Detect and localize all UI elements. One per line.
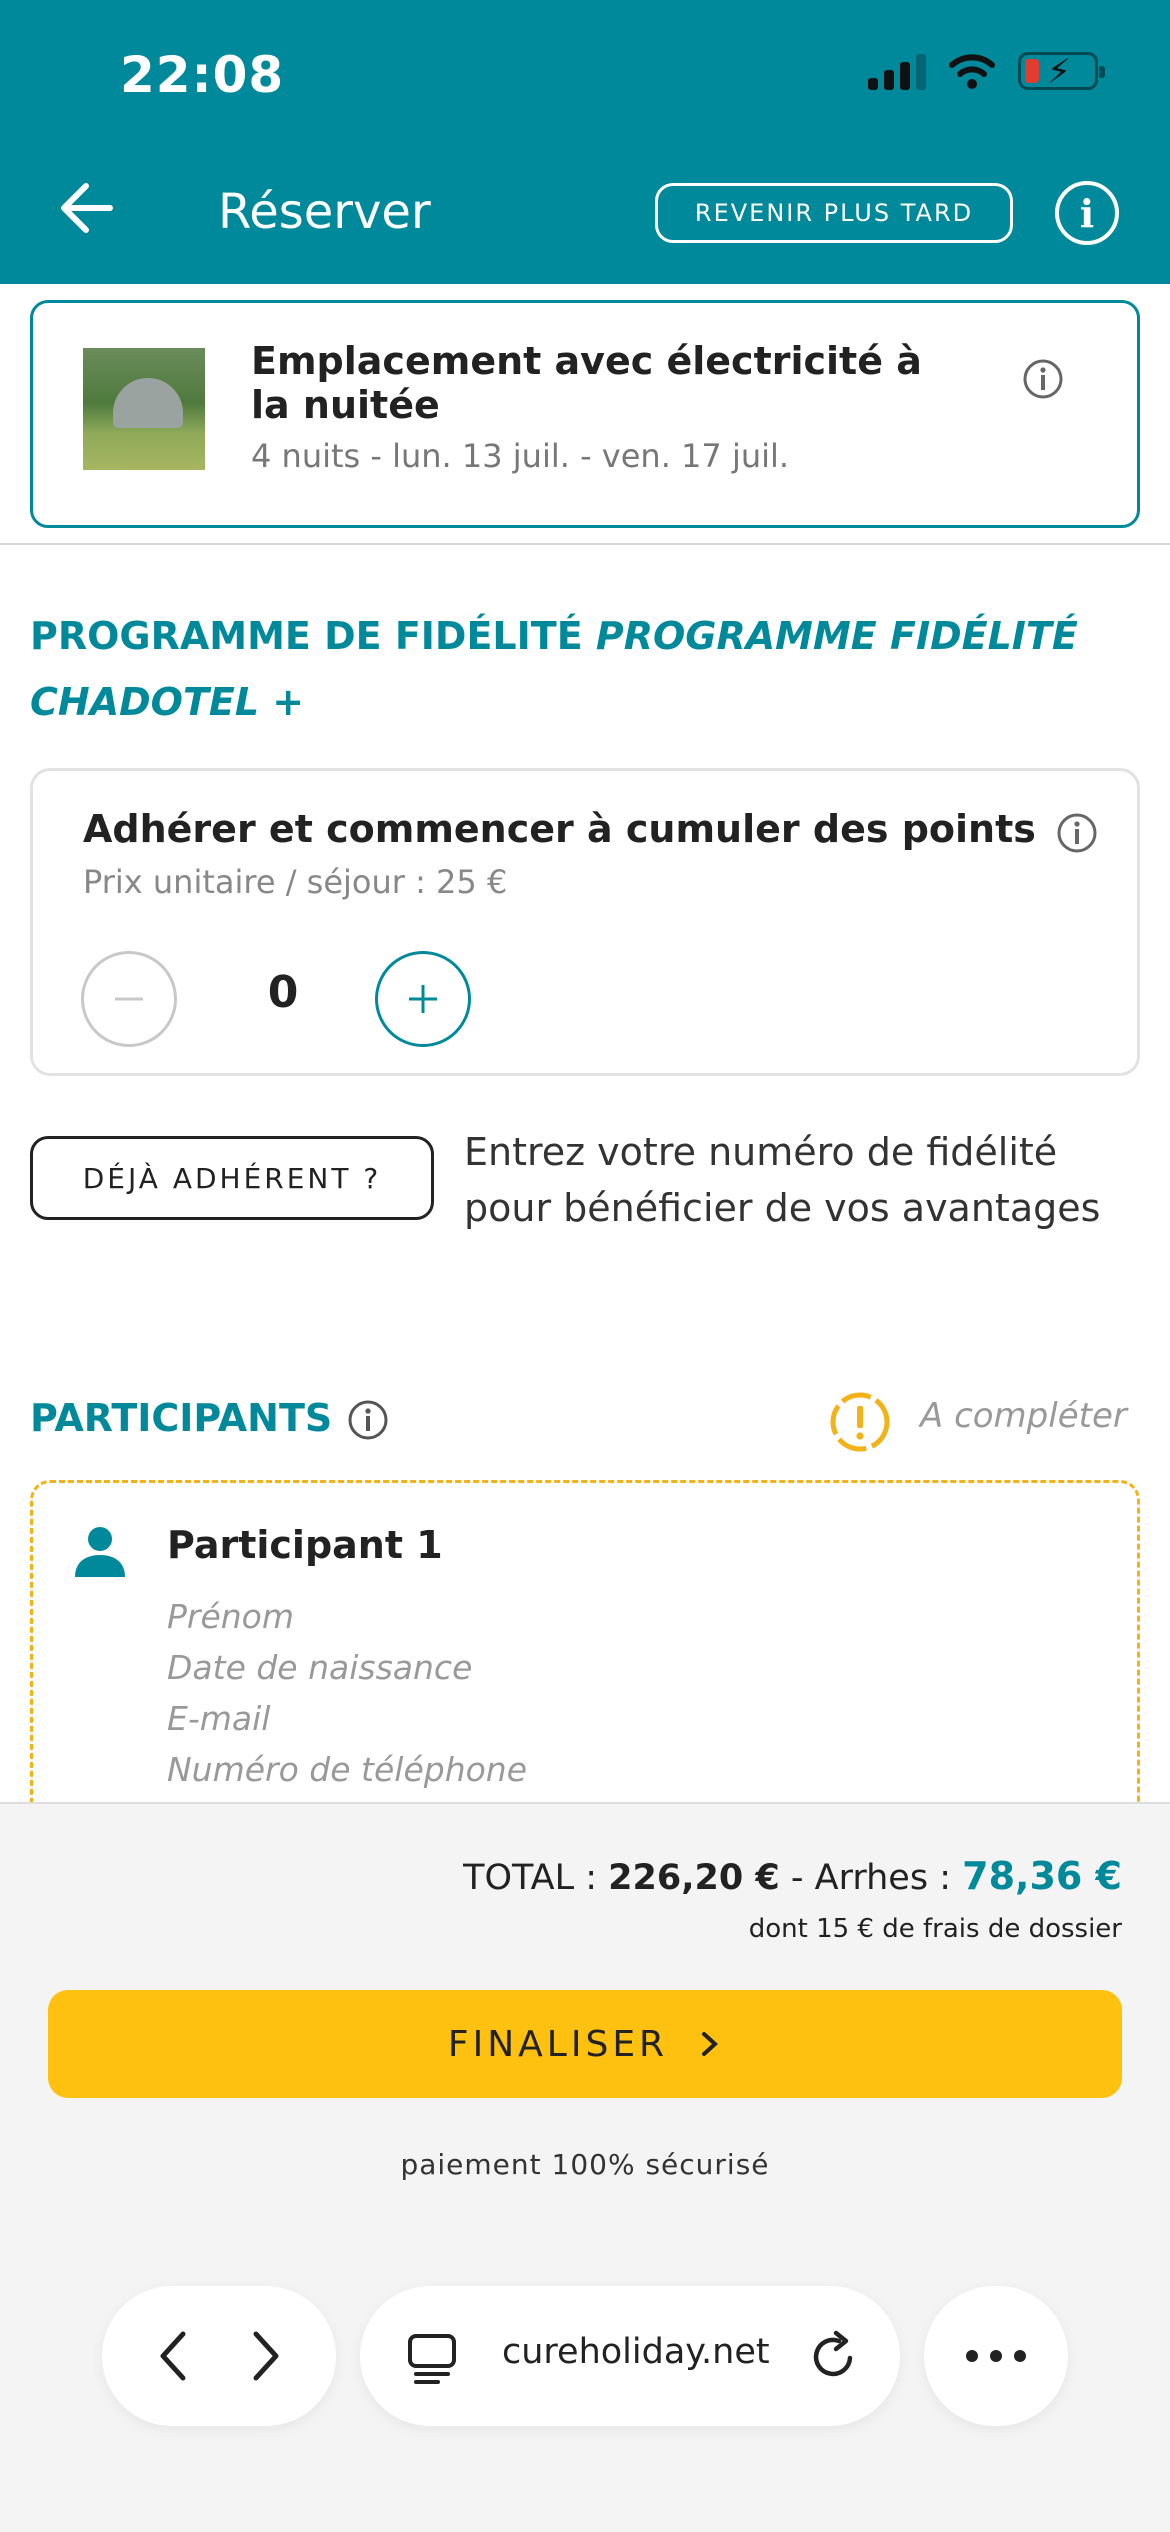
page-title: Réserver xyxy=(218,184,431,240)
birthdate-field[interactable]: Date de naissance xyxy=(167,1648,472,1687)
member-help-text: Entrez votre numéro de fidélité pour bén… xyxy=(464,1130,1101,1230)
info-icon[interactable]: i xyxy=(1055,181,1119,245)
forward-chevron-icon[interactable] xyxy=(246,2326,286,2386)
person-icon xyxy=(75,1527,125,1577)
info-icon[interactable] xyxy=(1055,811,1099,855)
decrement-button[interactable] xyxy=(81,951,177,1047)
warning-icon xyxy=(830,1392,890,1452)
participants-status: A compléter xyxy=(920,1396,1127,1436)
product-thumbnail xyxy=(83,348,205,470)
product-dates: 4 nuits - lun. 13 juil. - ven. 17 juil. xyxy=(251,437,790,475)
url-text: cureholiday.net xyxy=(502,2332,770,2372)
total-line: TOTAL : 226,20 € - Arrhes : 78,36 € xyxy=(463,1854,1122,1898)
phone-field[interactable]: Numéro de téléphone xyxy=(167,1750,527,1789)
address-bar[interactable]: cureholiday.net xyxy=(360,2286,900,2426)
info-icon[interactable] xyxy=(346,1398,390,1442)
come-back-later-button[interactable]: REVENIR PLUS TARD xyxy=(655,183,1013,243)
loyalty-unit-price: Prix unitaire / séjour : 25 € xyxy=(83,863,508,901)
loyalty-section-title: PROGRAMME DE FIDÉLITÉ PROGRAMME FIDÉLITÉ… xyxy=(30,614,1078,724)
reload-icon[interactable] xyxy=(806,2328,862,2384)
app-header: 22:08 ⚡ Réserver REVENIR PLUS TARD i xyxy=(0,0,1170,284)
chevron-right-icon xyxy=(702,2032,719,2056)
loyalty-card: Adhérer et commencer à cumuler des point… xyxy=(30,768,1140,1076)
first-name-field[interactable]: Prénom xyxy=(167,1597,294,1636)
divider xyxy=(0,543,1170,545)
participant-card[interactable]: Participant 1 Prénom Date de naissance E… xyxy=(30,1480,1140,1840)
finalize-button[interactable]: FINALISER xyxy=(48,1990,1122,2098)
deposit-amount: 78,36 € xyxy=(962,1854,1122,1898)
status-time: 22:08 xyxy=(120,46,285,104)
minus-icon xyxy=(115,997,143,1001)
more-options-button[interactable] xyxy=(924,2286,1068,2426)
total-amount: 226,20 € xyxy=(608,1858,780,1898)
quantity-value: 0 xyxy=(267,967,299,1018)
increment-button[interactable] xyxy=(375,951,471,1047)
already-member-button[interactable]: DÉJÀ ADHÉRENT ? xyxy=(30,1136,434,1220)
back-arrow-icon[interactable] xyxy=(56,178,116,238)
secure-payment-note: paiement 100% sécurisé xyxy=(400,2148,770,2181)
product-card[interactable]: Emplacement avec électricité à la nuitée… xyxy=(30,300,1140,528)
info-icon[interactable] xyxy=(1021,357,1065,401)
participants-title: PARTICIPANTS xyxy=(30,1396,333,1440)
signal-icon xyxy=(868,52,926,90)
email-field[interactable]: E-mail xyxy=(167,1699,270,1738)
browser-nav xyxy=(102,2286,336,2426)
loyalty-heading: Adhérer et commencer à cumuler des point… xyxy=(83,807,1036,851)
status-icons: ⚡ xyxy=(868,52,1105,92)
battery-icon: ⚡ xyxy=(1018,52,1105,92)
product-title: Emplacement avec électricité à la nuitée xyxy=(251,339,922,427)
wifi-icon xyxy=(949,54,995,89)
fees-note: dont 15 € de frais de dossier xyxy=(748,1914,1122,1944)
participant-name: Participant 1 xyxy=(167,1523,443,1567)
tabs-icon[interactable] xyxy=(404,2330,460,2386)
plus-icon xyxy=(409,985,437,1013)
back-chevron-icon[interactable] xyxy=(153,2326,193,2386)
